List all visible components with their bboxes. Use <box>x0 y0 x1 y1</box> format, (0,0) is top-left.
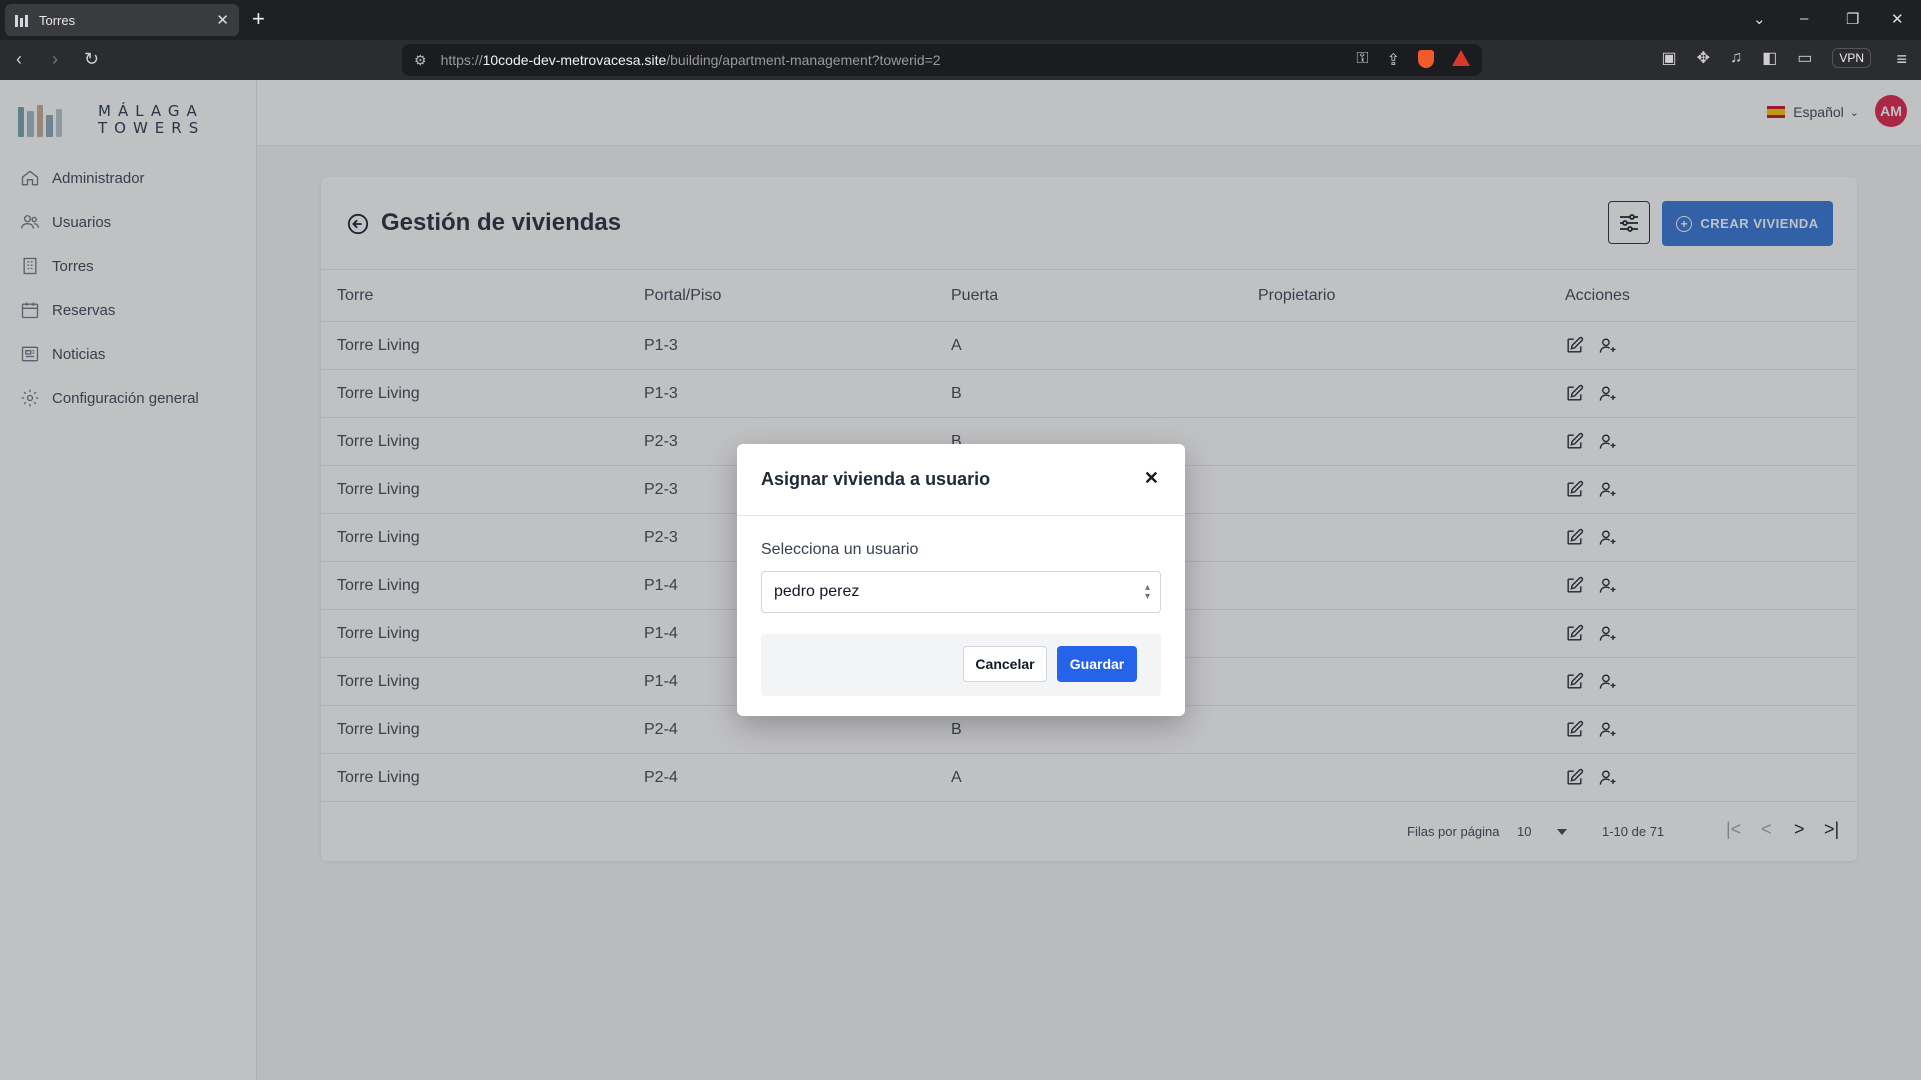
key-icon[interactable]: ⚿ <box>1356 50 1368 70</box>
reload-icon[interactable]: ↻ <box>84 49 99 70</box>
vpn-button[interactable]: VPN <box>1832 48 1871 68</box>
user-select-value: pedro perez <box>774 583 860 600</box>
address-bar[interactable]: ⚙ https:// 10code-dev-metrovacesa.site /… <box>402 44 1482 76</box>
tab-favicon-icon <box>15 13 31 27</box>
user-select-label: Selecciona un usuario <box>761 541 919 558</box>
brave-rewards-icon[interactable] <box>1452 50 1470 66</box>
forward-icon[interactable]: › <box>52 49 58 70</box>
back-icon[interactable]: ‹ <box>16 49 22 70</box>
cancel-button[interactable]: Cancelar <box>963 646 1047 682</box>
url-host: 10code-dev-metrovacesa.site <box>482 52 667 68</box>
window-close-icon[interactable]: ✕ <box>1891 10 1904 28</box>
brave-shield-icon[interactable] <box>1418 50 1434 68</box>
modal-title: Asignar vivienda a usuario <box>761 469 991 489</box>
tab-close-icon[interactable]: ✕ <box>216 11 229 29</box>
url-path: /building/apartment-management?towerid=2 <box>666 52 941 68</box>
extension-icon[interactable]: ▣ <box>1662 48 1677 68</box>
browser-nav-bar: ‹ › ↻ ⚙ https:// 10code-dev-metrovacesa.… <box>0 40 1921 80</box>
save-button[interactable]: Guardar <box>1057 646 1137 682</box>
tab-list-chevron-icon[interactable]: ⌄ <box>1753 10 1766 28</box>
user-select[interactable]: pedro perez ▴ ▾ <box>761 571 1161 613</box>
browser-tab-bar: Torres ✕ + ⌄ – ❐ ✕ <box>0 0 1921 40</box>
browser-tab[interactable]: Torres ✕ <box>5 4 239 36</box>
music-icon[interactable]: ♫ <box>1730 49 1742 67</box>
minimize-icon[interactable]: – <box>1800 10 1808 27</box>
puzzle-icon[interactable]: ✥ <box>1697 48 1710 68</box>
assign-user-modal: Asignar vivienda a usuario ✕ Selecciona … <box>737 444 1185 716</box>
tab-title: Torres <box>39 12 76 28</box>
browser-menu-icon[interactable]: ≡ <box>1896 49 1907 70</box>
close-icon[interactable]: ✕ <box>1144 468 1159 489</box>
sidebar-toggle-icon[interactable]: ◧ <box>1762 48 1777 68</box>
new-tab-button[interactable]: + <box>252 8 265 30</box>
restore-icon[interactable]: ❐ <box>1846 10 1859 28</box>
url-scheme: https:// <box>440 52 483 68</box>
select-chevrons-icon: ▴ ▾ <box>1144 582 1150 602</box>
wallet-icon[interactable]: ▭ <box>1797 48 1812 68</box>
app: MÁLAGA TOWERS Administrador Usuarios Tor… <box>0 80 1921 1080</box>
modal-footer: Cancelar Guardar <box>761 634 1161 696</box>
site-settings-icon[interactable]: ⚙ <box>414 52 427 69</box>
share-icon[interactable]: ⇪ <box>1387 50 1400 70</box>
modal-header: Asignar vivienda a usuario ✕ <box>737 444 1185 516</box>
